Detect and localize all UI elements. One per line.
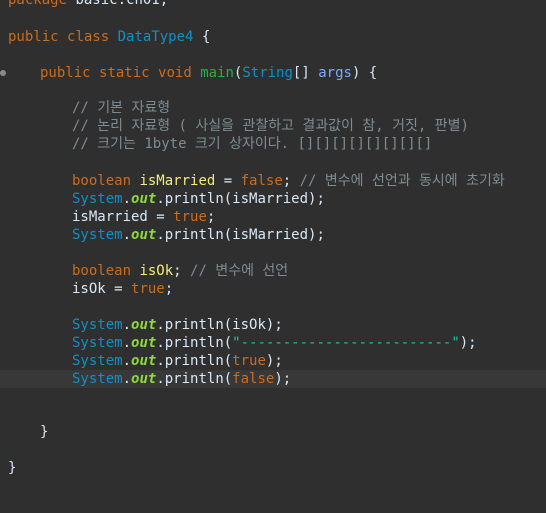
comment: // 논리 자료형 ( 사실을 관찰하고 결과값이 참, 거짓, 판별) [72,118,469,134]
class-name: System [72,227,123,243]
keyword: public [8,29,59,45]
variable-ref: isMarried [72,209,148,225]
code-text: ; [164,281,174,297]
code-line[interactable]: System.out.println(isMarried); [0,190,546,208]
code-line[interactable]: System.out.println(isMarried); [0,226,546,244]
keyword: void [158,65,192,81]
code-text: .println( [156,335,233,351]
code-line[interactable]: boolean isMarried = false; // 변수에 선언과 동시… [0,172,546,190]
code-line[interactable]: // 크기는 1byte 크기 상자이다. [][][][][][][][] [0,135,546,153]
code-text: .println( [156,191,233,207]
keyword: true [232,353,266,369]
method-name: main [200,65,234,81]
code-text: { [193,29,211,45]
code-line[interactable]: } [0,459,546,477]
class-name: DataType4 [117,29,194,45]
keyword: class [67,29,110,45]
code-text: ; [282,173,300,189]
code-line[interactable]: boolean isOk; // 변수에 선언 [0,262,546,280]
code-line[interactable]: // 논리 자료형 ( 사실을 관찰하고 결과값이 참, 거짓, 판별) [0,117,546,135]
code-line[interactable]: System.out.println(isOk); [0,316,546,334]
class-name: System [72,353,123,369]
code-text: . [122,353,132,369]
closing-brace: } [8,460,17,476]
keyword: package [8,0,68,8]
code-editor[interactable]: package basic.ch01; public class DataTyp… [0,0,546,494]
code-text: = [215,173,241,189]
class-name: System [72,335,123,351]
current-code-line[interactable]: System.out.println(false); [0,370,546,388]
code-text: . [122,371,132,387]
code-line[interactable]: public class DataType4 { [0,28,546,46]
code-line[interactable]: System.out.println(true); [0,352,546,370]
class-name: System [72,317,123,333]
static-field: out [131,227,157,243]
class-name: System [72,191,123,207]
keyword: true [173,209,207,225]
code-text: . [122,335,132,351]
code-text: = [105,281,132,297]
code-text: ); [308,191,325,207]
code-text: ) { [351,65,378,81]
code-text: isMarried [232,227,309,243]
code-line[interactable]: isMarried = true; [0,208,546,226]
keyword: static [99,65,150,81]
static-field: out [131,191,157,207]
parameter: args [318,65,352,81]
keyword: boolean [72,263,132,279]
code-text: . [122,227,132,243]
keyword: false [232,371,275,387]
code-text: .println( [156,371,233,387]
class-name: String [242,65,293,81]
code-line[interactable]: package basic.ch01; [0,0,546,9]
static-field: out [131,317,157,333]
keyword: public [40,65,91,81]
keyword: true [131,281,165,297]
code-text: ); [459,335,477,351]
comment: // 변수에 선언과 동시에 초기화 [299,173,505,189]
code-text: basic.ch01; [67,0,169,8]
code-text: .println( [156,227,233,243]
comment: // 변수에 선언 [190,263,289,279]
closing-brace: } [40,424,49,440]
code-text: ; [173,263,191,279]
variable: isOk [139,263,174,279]
code-text: [] [292,65,319,81]
code-text: ); [274,371,292,387]
string-literal: "-------------------------" [232,335,460,351]
code-line[interactable]: isOk = true; [0,280,546,298]
code-line[interactable]: // 기본 자료형 [0,99,546,117]
variable: isMarried [139,173,216,189]
override-marker-icon[interactable] [0,70,6,76]
code-text: isOk [232,317,266,333]
static-field: out [131,353,157,369]
code-text: .println( [156,317,233,333]
class-name: System [72,371,123,387]
comment: // 크기는 1byte 크기 상자이다. [][][][][][][][] [72,136,433,152]
keyword: false [240,173,283,189]
static-field: out [131,335,157,351]
code-line[interactable]: public static void main(String[] args) { [0,64,546,82]
keyword: boolean [72,173,132,189]
code-text: . [122,317,132,333]
comment: // 기본 자료형 [72,100,171,116]
code-text: isMarried [232,191,309,207]
static-field: out [131,371,157,387]
code-text: .println( [156,353,233,369]
code-text: ); [308,227,325,243]
code-text: . [122,191,132,207]
code-text: ); [265,353,283,369]
code-line[interactable]: System.out.println("--------------------… [0,334,546,352]
code-text: ); [265,317,283,333]
code-text: ; [206,209,216,225]
code-text: = [147,209,174,225]
variable-ref: isOk [72,281,106,297]
code-line[interactable]: } [0,423,546,441]
